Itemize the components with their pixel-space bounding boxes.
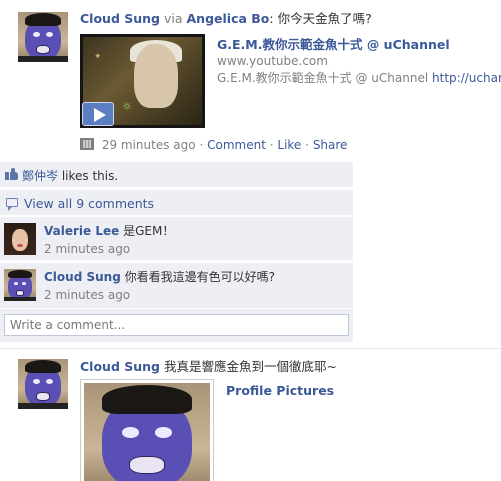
comment-body: Valerie Lee 是GEM！ 2 minutes ago xyxy=(44,222,174,258)
commenter-name-link[interactable]: Cloud Sung xyxy=(44,270,121,284)
meta-separator: · xyxy=(269,138,274,152)
comment-timestamp: 2 minutes ago xyxy=(44,242,131,256)
likes-sentence: 鄭仲岑 likes this. xyxy=(22,167,118,184)
commenter-name-link[interactable]: Valerie Lee xyxy=(44,224,119,238)
meta-separator: · xyxy=(199,138,204,152)
play-button-icon[interactable] xyxy=(82,102,114,126)
feed-story: Cloud Sung via Angelica Bo: 你今天金魚了嗎? ✦ ☼… xyxy=(0,0,501,348)
comment-action-link[interactable]: Comment xyxy=(207,138,266,152)
comment-timestamp: 2 minutes ago xyxy=(44,288,131,302)
comment-body: Cloud Sung 你看看我這邊有色可以好嗎? 2 minutes ago xyxy=(44,268,275,304)
commenter-avatar[interactable] xyxy=(4,269,36,301)
feed-story: Cloud Sung 我真是響應金魚到一個徹底耶~ Profile Pictur… xyxy=(0,348,501,481)
avatar-image xyxy=(4,269,36,301)
comment-text: 是GEM！ xyxy=(119,224,175,238)
comment-item: Cloud Sung 你看看我這邊有色可以好嗎? 2 minutes ago xyxy=(0,262,353,308)
post-timestamp: 29 minutes ago xyxy=(101,138,196,152)
write-comment-row: Write a comment... xyxy=(0,308,353,342)
link-attachment: ✦ ☼ G.E.M.教你示範金魚十式 @ uChannel www.youtub… xyxy=(80,34,501,132)
attachment-description: G.E.M.教你示範金魚十式 @ uChannel http://uchan xyxy=(217,70,501,87)
profile-photo-thumbnail[interactable] xyxy=(80,379,214,481)
photo-album-link[interactable]: Profile Pictures xyxy=(226,383,334,398)
likes-row: 鄭仲岑 likes this. xyxy=(0,162,353,187)
share-action-link[interactable]: Share xyxy=(313,138,348,152)
attachment-description-text: G.E.M.教你示範金魚十式 @ uChannel xyxy=(217,71,429,85)
video-film-icon xyxy=(80,138,94,150)
author-name-link[interactable]: Cloud Sung xyxy=(80,11,160,26)
thumbs-up-icon xyxy=(5,168,18,180)
author-name-link[interactable]: Cloud Sung xyxy=(80,359,160,374)
commenter-avatar[interactable] xyxy=(4,223,36,255)
view-all-row[interactable]: View all 9 comments xyxy=(0,189,353,215)
attachment-title-link[interactable]: G.E.M.教你示範金魚十式 @ uChannel xyxy=(217,36,501,53)
avatar-image xyxy=(18,359,68,409)
liker-name-link[interactable]: 鄭仲岑 xyxy=(22,169,58,183)
author-avatar[interactable] xyxy=(18,359,68,409)
author-avatar[interactable] xyxy=(18,12,68,62)
attachment-domain: www.youtube.com xyxy=(217,54,328,68)
comment-bubble-icon xyxy=(6,198,18,211)
likes-suffix: likes this. xyxy=(58,169,119,183)
like-action-link[interactable]: Like xyxy=(277,138,301,152)
video-thumbnail[interactable]: ✦ ☼ xyxy=(80,34,205,128)
story-message: 我真是響應金魚到一個徹底耶~ xyxy=(160,359,337,374)
story-message: : 你今天金魚了嗎? xyxy=(269,11,372,26)
view-all-comments-link[interactable]: View all 9 comments xyxy=(24,196,154,211)
video-logo-mark: ☼ xyxy=(122,100,132,113)
photo-image xyxy=(84,383,210,481)
meta-separator: · xyxy=(305,138,309,152)
attachment-description-link[interactable]: http://uchan xyxy=(432,71,501,85)
attachment-info: G.E.M.教你示範金魚十式 @ uChannel www.youtube.co… xyxy=(217,36,501,87)
story-header: Cloud Sung via Angelica Bo: 你今天金魚了嗎? xyxy=(80,11,372,27)
comment-text: 你看看我這邊有色可以好嗎? xyxy=(120,270,275,284)
story-meta: 29 minutes ago · Comment · Like · Share xyxy=(80,136,347,154)
via-name-link[interactable]: Angelica Bo xyxy=(187,11,270,26)
video-brand-mark: ✦ xyxy=(94,52,102,62)
via-label: via xyxy=(163,11,183,26)
comment-item: Valerie Lee 是GEM！ 2 minutes ago xyxy=(0,216,353,260)
story-header: Cloud Sung 我真是響應金魚到一個徹底耶~ xyxy=(80,359,337,375)
write-comment-input[interactable]: Write a comment... xyxy=(4,314,349,336)
avatar-image xyxy=(18,12,68,62)
